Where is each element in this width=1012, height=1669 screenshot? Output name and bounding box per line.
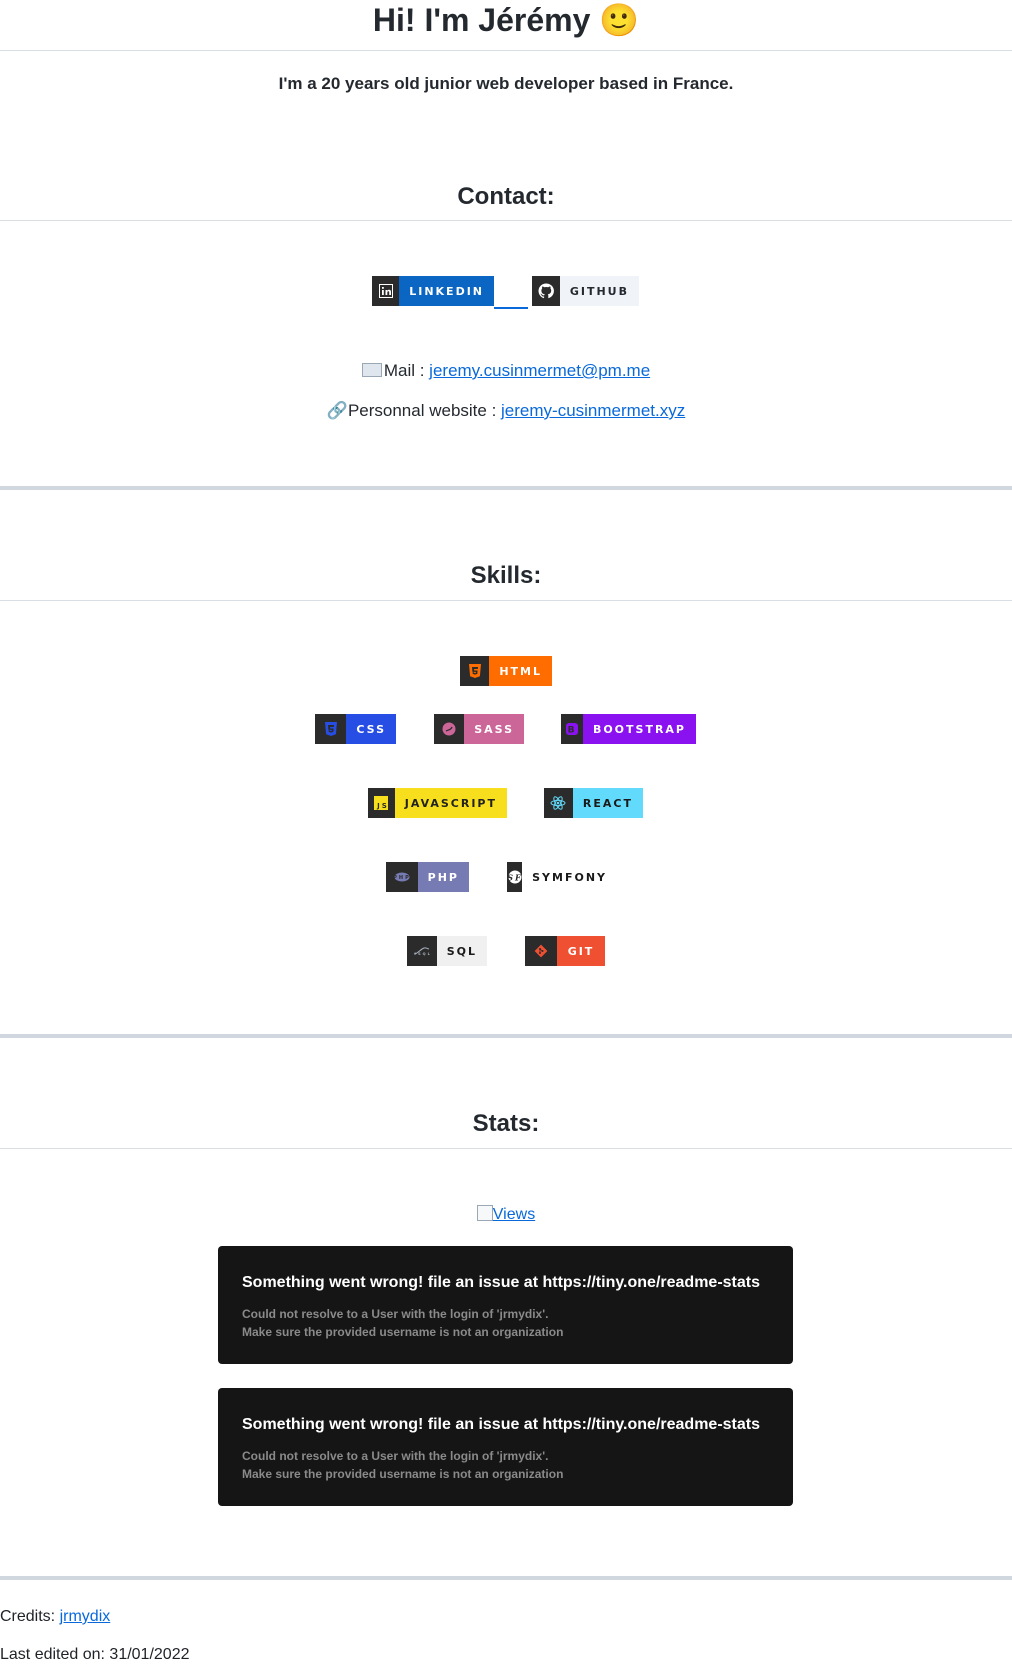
php-badge: php PHP [386,862,469,892]
error-title: Something went wrong! file an issue at h… [242,1274,760,1291]
git-badge: GIT [525,936,605,966]
contact-heading: Contact: [457,183,555,210]
stats-heading: Stats: [472,1110,540,1137]
bootstrap-badge-label: BOOTSTRAP [582,714,696,744]
git-badge-label: GIT [557,936,605,966]
github-badge-label: GITHUB [559,276,639,306]
svg-text:php: php [394,875,410,881]
views-alt-text[interactable]: Views [493,1206,535,1223]
bootstrap-badge: B BOOTSTRAP [561,714,696,744]
credits-label: Credits: [0,1608,60,1625]
views-image-link[interactable]: Views [0,1205,1012,1224]
react-icon [544,788,573,818]
smiley-icon: 🙂 [599,2,640,38]
credits-line: Credits: jrmydix [0,1608,110,1626]
error-hint: Make sure the provided username is not a… [242,1325,564,1339]
github-badge[interactable]: GITHUB [532,276,639,306]
page-title: Hi! I'm Jérémy 🙂 [0,0,1012,40]
svg-text:JS: JS [377,802,389,810]
html5-icon [460,656,490,686]
react-badge: REACT [544,788,643,818]
symfony-badge: sf SYMFONY [507,862,617,892]
error-message: Could not resolve to a User with the log… [242,1449,549,1463]
sass-badge: SASS [434,714,524,744]
php-icon: php [386,862,418,892]
error-hint: Make sure the provided username is not a… [242,1467,564,1481]
sass-icon [434,714,465,744]
sass-badge-label: SASS [464,714,524,744]
section-divider [0,1034,1012,1038]
stats-divider [0,1148,1012,1149]
contact-divider [0,220,1012,221]
css-badge: CSS [315,714,396,744]
broken-image-icon [476,1205,493,1221]
intro-text: I'm a 20 years old junior web developer … [278,74,734,93]
sql-badge-label: SQL [436,936,487,966]
github-icon [532,276,560,306]
title-divider [0,50,1012,51]
credits-link[interactable]: jrmydix [60,1608,111,1625]
css3-icon [315,714,347,744]
mail-label: Mail : [383,361,430,380]
stats-error-card: Something went wrong! file an issue at h… [218,1246,793,1364]
react-badge-label: REACT [572,788,643,818]
linkedin-badge-label: LINKEDIN [399,276,494,306]
link-underline [494,307,528,309]
bootstrap-icon: B [561,714,583,744]
git-icon [525,936,557,966]
symfony-badge-label: SYMFONY [522,862,617,892]
html-badge-label: HTML [489,656,552,686]
javascript-icon: JS [368,788,395,818]
website-label: Personnal website : [347,401,502,420]
error-message: Could not resolve to a User with the log… [242,1307,549,1321]
symfony-icon: sf [507,862,523,892]
link-icon: 🔗 [326,401,348,420]
svg-text:sf: sf [508,872,522,882]
mysql-icon: mysql [407,936,437,966]
svg-text:mysql: mysql [414,952,430,956]
error-title: Something went wrong! file an issue at h… [242,1416,760,1433]
skills-heading: Skills: [470,562,542,589]
mail-link[interactable]: jeremy.cusinmermet@pm.me [429,361,650,380]
css-badge-label: CSS [346,714,396,744]
page-title-text: Hi! I'm Jérémy [372,2,591,38]
mail-line: Mail : jeremy.cusinmermet@pm.me [0,361,1012,381]
sql-badge: mysql SQL [407,936,487,966]
linkedin-badge[interactable]: LINKEDIN [372,276,494,306]
last-edited: Last edited on: 31/01/2022 [0,1646,190,1663]
svg-text:B: B [568,726,577,736]
section-divider [0,1576,1012,1580]
html-badge: HTML [460,656,552,686]
envelope-icon [361,363,382,377]
website-line: 🔗Personnal website : jeremy-cusinmermet.… [0,401,1012,421]
section-divider [0,486,1012,490]
languages-error-card: Something went wrong! file an issue at h… [218,1388,793,1506]
javascript-badge-label: JAVASCRIPT [394,788,507,818]
skills-divider [0,600,1012,601]
linkedin-icon [372,276,400,306]
php-badge-label: PHP [417,862,469,892]
website-link[interactable]: jeremy-cusinmermet.xyz [501,401,685,420]
javascript-badge: JS JAVASCRIPT [368,788,507,818]
